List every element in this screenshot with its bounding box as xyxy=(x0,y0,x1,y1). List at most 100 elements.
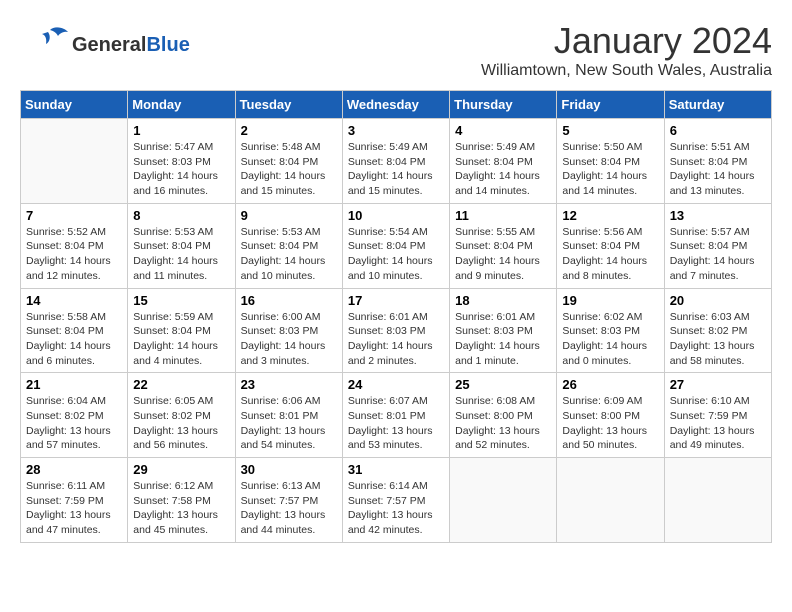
day-info: Sunrise: 6:03 AMSunset: 8:02 PMDaylight:… xyxy=(670,310,766,369)
day-info: Sunrise: 6:07 AMSunset: 8:01 PMDaylight:… xyxy=(348,394,444,453)
day-info: Sunrise: 6:14 AMSunset: 7:57 PMDaylight:… xyxy=(348,479,444,538)
day-cell: 26 Sunrise: 6:09 AMSunset: 8:00 PMDayligh… xyxy=(557,373,664,458)
page-header: GeneralBlue January 2024 Williamtown, Ne… xyxy=(20,20,772,80)
day-info: Sunrise: 5:59 AMSunset: 8:04 PMDaylight:… xyxy=(133,310,229,369)
day-cell: 23 Sunrise: 6:06 AMSunset: 8:01 PMDayligh… xyxy=(235,373,342,458)
day-cell xyxy=(557,458,664,543)
day-cell: 14 Sunrise: 5:58 AMSunset: 8:04 PMDayligh… xyxy=(21,288,128,373)
day-cell: 4 Sunrise: 5:49 AMSunset: 8:04 PMDaylight… xyxy=(450,119,557,204)
day-number: 9 xyxy=(241,208,337,223)
day-info: Sunrise: 5:58 AMSunset: 8:04 PMDaylight:… xyxy=(26,310,122,369)
day-info: Sunrise: 5:51 AMSunset: 8:04 PMDaylight:… xyxy=(670,140,766,199)
day-info: Sunrise: 6:12 AMSunset: 7:58 PMDaylight:… xyxy=(133,479,229,538)
header-cell-tuesday: Tuesday xyxy=(235,91,342,119)
day-info: Sunrise: 6:10 AMSunset: 7:59 PMDaylight:… xyxy=(670,394,766,453)
header-cell-wednesday: Wednesday xyxy=(342,91,449,119)
day-number: 12 xyxy=(562,208,658,223)
day-info: Sunrise: 6:01 AMSunset: 8:03 PMDaylight:… xyxy=(348,310,444,369)
day-info: Sunrise: 5:49 AMSunset: 8:04 PMDaylight:… xyxy=(455,140,551,199)
day-cell: 19 Sunrise: 6:02 AMSunset: 8:03 PMDayligh… xyxy=(557,288,664,373)
day-number: 18 xyxy=(455,293,551,308)
logo-general: General xyxy=(72,34,146,56)
day-cell: 7Sunrise: 5:52 AMSunset: 8:04 PMDaylight… xyxy=(21,203,128,288)
calendar-table: SundayMondayTuesdayWednesdayThursdayFrid… xyxy=(20,90,772,543)
day-cell: 21Sunrise: 6:04 AMSunset: 8:02 PMDayligh… xyxy=(21,373,128,458)
day-info: Sunrise: 5:53 AMSunset: 8:04 PMDaylight:… xyxy=(241,225,337,284)
day-number: 27 xyxy=(670,377,766,392)
day-number: 6 xyxy=(670,123,766,138)
day-cell: 28Sunrise: 6:11 AMSunset: 7:59 PMDayligh… xyxy=(21,458,128,543)
day-info: Sunrise: 6:01 AMSunset: 8:03 PMDaylight:… xyxy=(455,310,551,369)
logo-blue: Blue xyxy=(146,34,189,56)
week-row-4: 21Sunrise: 6:04 AMSunset: 8:02 PMDayligh… xyxy=(21,373,772,458)
day-cell: 2 Sunrise: 5:48 AMSunset: 8:04 PMDaylight… xyxy=(235,119,342,204)
day-cell xyxy=(450,458,557,543)
logo: GeneralBlue xyxy=(20,20,190,70)
day-number: 13 xyxy=(670,208,766,223)
day-number: 31 xyxy=(348,462,444,477)
day-info: Sunrise: 6:00 AMSunset: 8:03 PMDaylight:… xyxy=(241,310,337,369)
header-cell-thursday: Thursday xyxy=(450,91,557,119)
day-cell: 13Sunrise: 5:57 AMSunset: 8:04 PMDayligh… xyxy=(664,203,771,288)
day-info: Sunrise: 6:09 AMSunset: 8:00 PMDaylight:… xyxy=(562,394,658,453)
day-number: 16 xyxy=(241,293,337,308)
day-info: Sunrise: 5:54 AMSunset: 8:04 PMDaylight:… xyxy=(348,225,444,284)
day-number: 26 xyxy=(562,377,658,392)
week-row-2: 7Sunrise: 5:52 AMSunset: 8:04 PMDaylight… xyxy=(21,203,772,288)
day-info: Sunrise: 5:47 AMSunset: 8:03 PMDaylight:… xyxy=(133,140,229,199)
day-number: 2 xyxy=(241,123,337,138)
day-info: Sunrise: 6:02 AMSunset: 8:03 PMDaylight:… xyxy=(562,310,658,369)
day-number: 23 xyxy=(241,377,337,392)
day-number: 10 xyxy=(348,208,444,223)
header-cell-saturday: Saturday xyxy=(664,91,771,119)
day-cell: 31 Sunrise: 6:14 AMSunset: 7:57 PMDayligh… xyxy=(342,458,449,543)
day-number: 20 xyxy=(670,293,766,308)
day-cell: 30 Sunrise: 6:13 AMSunset: 7:57 PMDayligh… xyxy=(235,458,342,543)
logo-text: GeneralBlue xyxy=(72,34,190,56)
day-number: 1 xyxy=(133,123,229,138)
day-info: Sunrise: 5:50 AMSunset: 8:04 PMDaylight:… xyxy=(562,140,658,199)
day-info: Sunrise: 5:56 AMSunset: 8:04 PMDaylight:… xyxy=(562,225,658,284)
week-row-1: 1 Sunrise: 5:47 AMSunset: 8:03 PMDaylight… xyxy=(21,119,772,204)
day-cell: 25 Sunrise: 6:08 AMSunset: 8:00 PMDayligh… xyxy=(450,373,557,458)
day-cell: 12 Sunrise: 5:56 AMSunset: 8:04 PMDayligh… xyxy=(557,203,664,288)
day-info: Sunrise: 6:11 AMSunset: 7:59 PMDaylight:… xyxy=(26,479,122,538)
day-info: Sunrise: 6:13 AMSunset: 7:57 PMDaylight:… xyxy=(241,479,337,538)
header-cell-friday: Friday xyxy=(557,91,664,119)
day-number: 14 xyxy=(26,293,122,308)
day-cell: 17 Sunrise: 6:01 AMSunset: 8:03 PMDayligh… xyxy=(342,288,449,373)
day-info: Sunrise: 6:05 AMSunset: 8:02 PMDaylight:… xyxy=(133,394,229,453)
header-row: SundayMondayTuesdayWednesdayThursdayFrid… xyxy=(21,91,772,119)
header-cell-sunday: Sunday xyxy=(21,91,128,119)
day-number: 29 xyxy=(133,462,229,477)
day-cell: 3Sunrise: 5:49 AMSunset: 8:04 PMDaylight… xyxy=(342,119,449,204)
day-cell: 6 Sunrise: 5:51 AMSunset: 8:04 PMDaylight… xyxy=(664,119,771,204)
day-cell: 27 Sunrise: 6:10 AMSunset: 7:59 PMDayligh… xyxy=(664,373,771,458)
day-number: 19 xyxy=(562,293,658,308)
title-block: January 2024 Williamtown, New South Wale… xyxy=(481,20,772,80)
day-number: 25 xyxy=(455,377,551,392)
day-number: 7 xyxy=(26,208,122,223)
day-cell: 1 Sunrise: 5:47 AMSunset: 8:03 PMDaylight… xyxy=(128,119,235,204)
day-cell: 10 Sunrise: 5:54 AMSunset: 8:04 PMDayligh… xyxy=(342,203,449,288)
day-cell xyxy=(664,458,771,543)
week-row-5: 28Sunrise: 6:11 AMSunset: 7:59 PMDayligh… xyxy=(21,458,772,543)
calendar-subtitle: Williamtown, New South Wales, Australia xyxy=(481,62,772,80)
day-number: 17 xyxy=(348,293,444,308)
calendar-title: January 2024 xyxy=(481,20,772,62)
day-cell: 22 Sunrise: 6:05 AMSunset: 8:02 PMDayligh… xyxy=(128,373,235,458)
day-cell: 11 Sunrise: 5:55 AMSunset: 8:04 PMDayligh… xyxy=(450,203,557,288)
day-cell: 18 Sunrise: 6:01 AMSunset: 8:03 PMDayligh… xyxy=(450,288,557,373)
day-info: Sunrise: 6:04 AMSunset: 8:02 PMDaylight:… xyxy=(26,394,122,453)
day-number: 30 xyxy=(241,462,337,477)
day-info: Sunrise: 6:08 AMSunset: 8:00 PMDaylight:… xyxy=(455,394,551,453)
day-cell: 9 Sunrise: 5:53 AMSunset: 8:04 PMDaylight… xyxy=(235,203,342,288)
day-info: Sunrise: 5:48 AMSunset: 8:04 PMDaylight:… xyxy=(241,140,337,199)
day-cell: 8Sunrise: 5:53 AMSunset: 8:04 PMDaylight… xyxy=(128,203,235,288)
day-info: Sunrise: 5:55 AMSunset: 8:04 PMDaylight:… xyxy=(455,225,551,284)
day-info: Sunrise: 6:06 AMSunset: 8:01 PMDaylight:… xyxy=(241,394,337,453)
week-row-3: 14 Sunrise: 5:58 AMSunset: 8:04 PMDayligh… xyxy=(21,288,772,373)
day-number: 22 xyxy=(133,377,229,392)
day-number: 4 xyxy=(455,123,551,138)
day-number: 11 xyxy=(455,208,551,223)
